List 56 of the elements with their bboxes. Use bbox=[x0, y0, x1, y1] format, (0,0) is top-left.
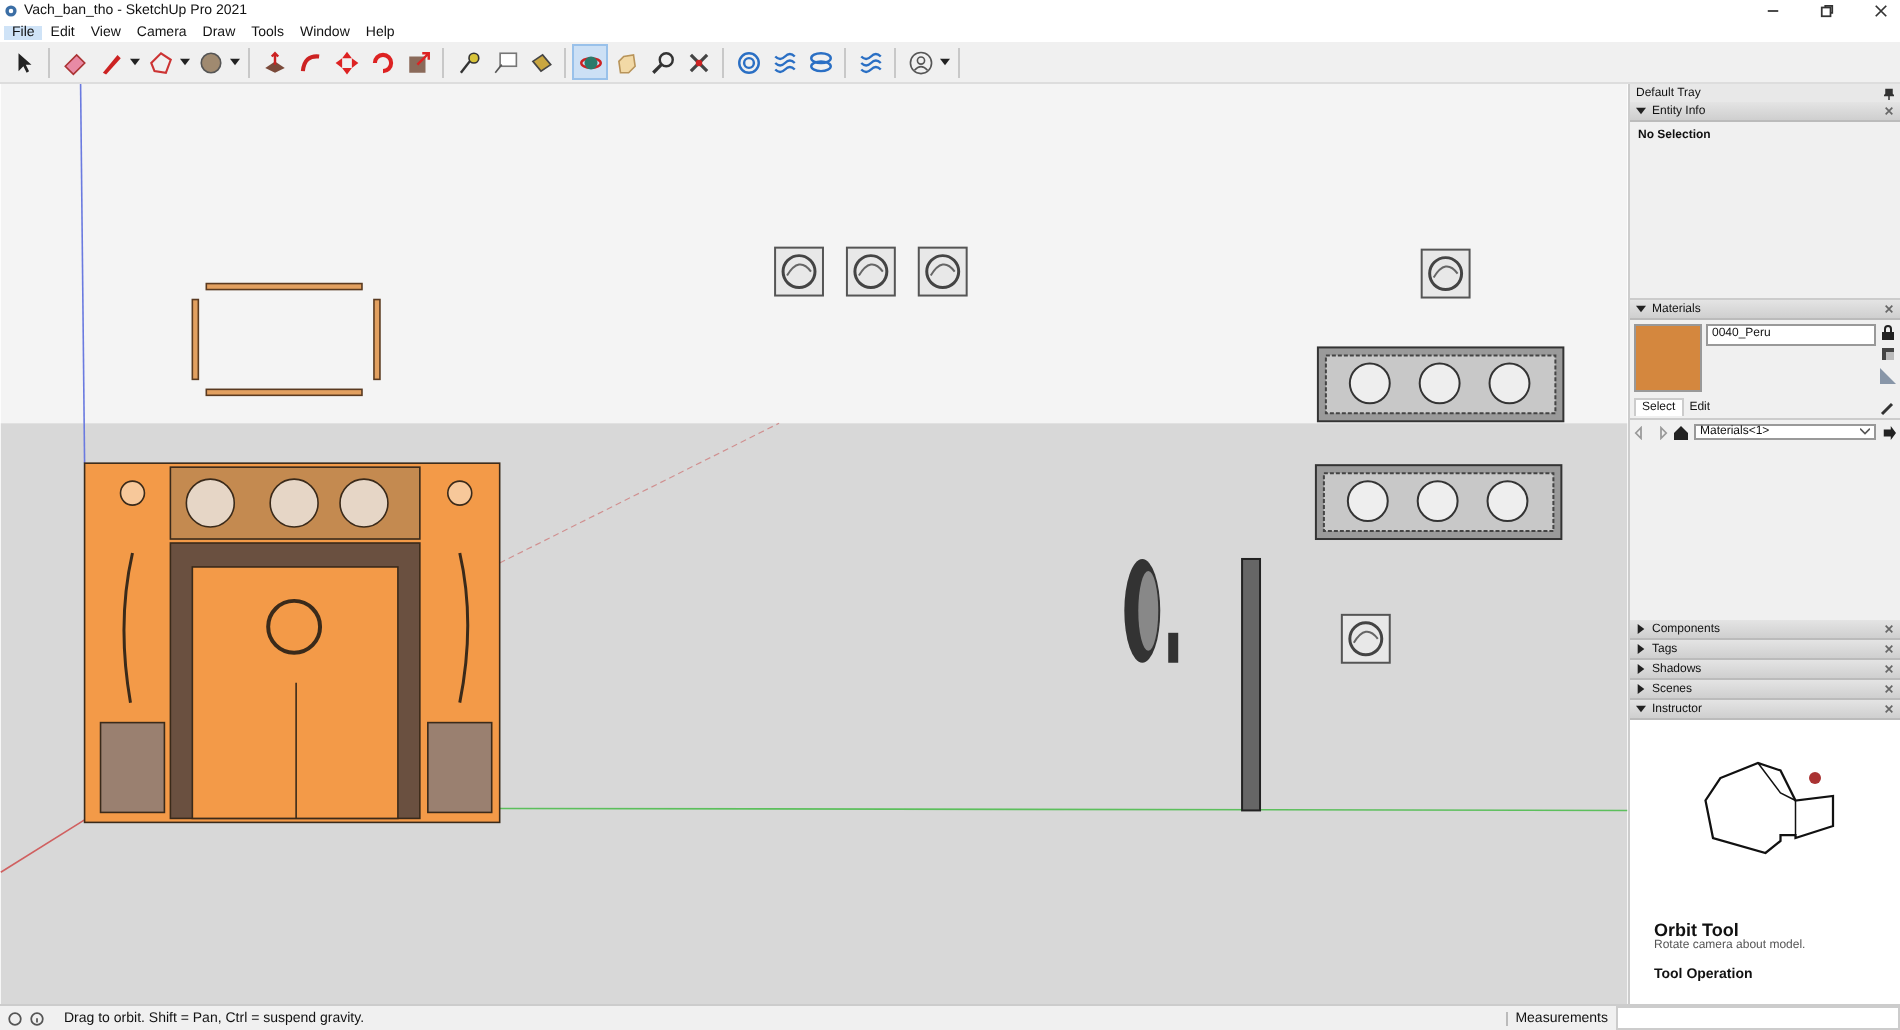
triangle-icon[interactable] bbox=[1636, 644, 1646, 654]
restore-icon[interactable] bbox=[1820, 4, 1834, 18]
pin-icon[interactable] bbox=[1884, 87, 1894, 99]
caret-icon[interactable] bbox=[180, 58, 190, 66]
tape-icon bbox=[455, 49, 481, 75]
eyedropper-icon[interactable] bbox=[1880, 399, 1896, 415]
target-icon bbox=[735, 49, 761, 75]
waves-icon bbox=[771, 49, 797, 75]
waves-icon bbox=[857, 49, 883, 75]
curve-icon bbox=[297, 49, 323, 75]
triangle-icon[interactable] bbox=[1636, 664, 1646, 674]
caret-icon[interactable] bbox=[230, 58, 240, 66]
move-icon bbox=[333, 49, 359, 75]
hand-icon bbox=[613, 49, 639, 75]
polygon-icon bbox=[147, 49, 173, 75]
ornament-tile bbox=[845, 246, 896, 297]
push-icon bbox=[261, 49, 287, 75]
material-swatch[interactable] bbox=[1634, 324, 1702, 392]
minimize-icon[interactable] bbox=[1766, 4, 1780, 18]
chevron-icon[interactable] bbox=[1860, 428, 1874, 436]
ornament-tile bbox=[774, 246, 824, 297]
triangle-icon[interactable] bbox=[1636, 106, 1646, 116]
user-icon bbox=[907, 49, 933, 75]
scale-icon bbox=[405, 49, 431, 75]
caret-icon[interactable] bbox=[130, 58, 140, 66]
lock-icon[interactable] bbox=[1880, 324, 1896, 340]
zoom-icon bbox=[649, 49, 675, 75]
ornament-tile bbox=[1340, 613, 1391, 664]
triangle-icon[interactable] bbox=[1636, 684, 1646, 694]
ornament-tile bbox=[1420, 248, 1471, 299]
cross-icon bbox=[685, 49, 711, 75]
cubes-icon[interactable] bbox=[1880, 346, 1896, 362]
eraser-icon bbox=[61, 49, 87, 75]
triangle-icon[interactable] bbox=[1636, 704, 1646, 714]
triangle-icon[interactable] bbox=[1636, 624, 1646, 634]
label-icon bbox=[491, 49, 517, 75]
ornament-tile bbox=[917, 246, 968, 297]
tool-button[interactable] bbox=[194, 46, 226, 78]
geolocation-icon[interactable] bbox=[8, 1011, 22, 1025]
layers-icon bbox=[807, 49, 833, 75]
tool-button[interactable] bbox=[646, 46, 678, 78]
measurements-field[interactable] bbox=[1616, 1006, 1900, 1030]
tool-button[interactable] bbox=[904, 46, 936, 78]
ball-icon bbox=[197, 49, 223, 75]
instructor-heading: Orbit Tool bbox=[1654, 920, 1739, 940]
pencil-icon bbox=[97, 49, 123, 75]
bucket-icon bbox=[527, 49, 553, 75]
3d-viewport[interactable] bbox=[0, 84, 1628, 1006]
triangle-icon[interactable] bbox=[1636, 304, 1646, 314]
home-icon[interactable] bbox=[1674, 425, 1688, 439]
caret-icon[interactable] bbox=[940, 58, 950, 66]
info-icon[interactable] bbox=[30, 1011, 44, 1025]
close-icon[interactable] bbox=[1874, 4, 1888, 18]
details-icon[interactable] bbox=[1882, 425, 1896, 439]
medallion-drawing bbox=[1124, 558, 1179, 663]
rotate-icon bbox=[369, 49, 395, 75]
